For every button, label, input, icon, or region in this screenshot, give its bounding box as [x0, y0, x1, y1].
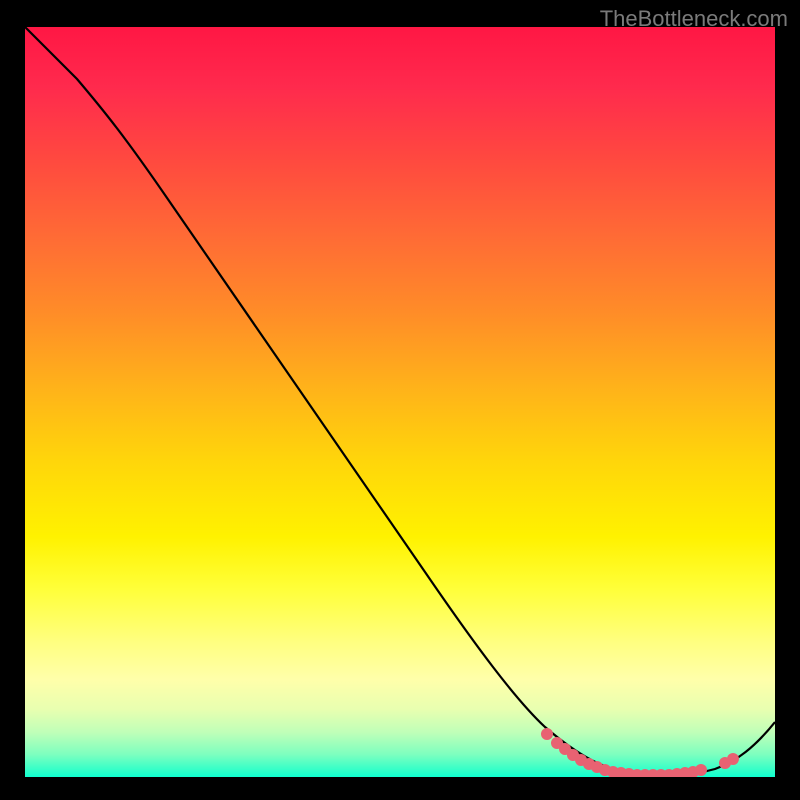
marker-dot	[695, 764, 707, 776]
chart-container: TheBottleneck.com	[0, 0, 800, 800]
plot-area	[25, 27, 775, 777]
bottleneck-curve-path	[25, 27, 775, 776]
marker-dot	[727, 753, 739, 765]
curve-svg	[25, 27, 775, 777]
watermark-text: TheBottleneck.com	[600, 6, 788, 32]
marker-dot	[541, 728, 553, 740]
